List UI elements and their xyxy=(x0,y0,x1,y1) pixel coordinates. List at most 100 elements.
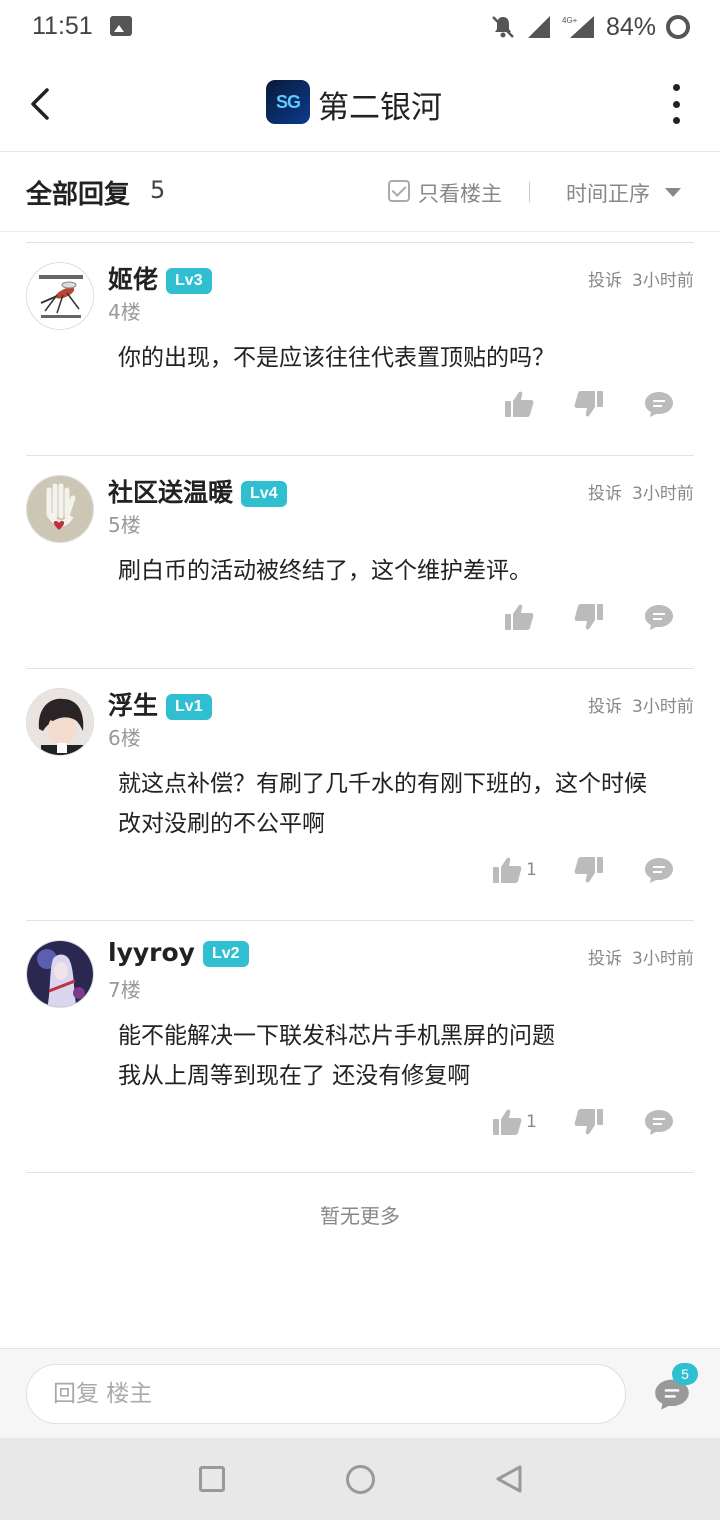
reply-text-line: 你的出现，不是应该往往代表置顶贴的吗？ xyxy=(118,345,555,371)
dislike-button[interactable] xyxy=(574,597,604,637)
reply-content: 刷白币的活动被终结了，这个维护差评。 xyxy=(118,551,698,591)
comment-count-badge: 5 xyxy=(672,1363,698,1385)
username[interactable]: 社区送温暖 Lv4 xyxy=(108,473,287,509)
thumbs-down-icon xyxy=(574,604,603,630)
avatar[interactable] xyxy=(26,688,94,756)
reply-text-line: 刷白币的活动被终结了，这个维护差评。 xyxy=(118,558,532,584)
reply-actions xyxy=(0,384,720,424)
more-options-button[interactable] xyxy=(666,84,686,124)
system-navigation-bar xyxy=(0,1438,720,1520)
top-app-bar: SG 第二银河 xyxy=(0,56,720,152)
comment-bubble-icon xyxy=(645,1110,673,1135)
floor-number: 4楼 xyxy=(108,300,141,324)
divider xyxy=(26,1172,694,1173)
reply-actions xyxy=(0,597,720,637)
level-badge: Lv2 xyxy=(202,941,249,967)
home-button[interactable] xyxy=(346,1465,375,1494)
like-count: 1 xyxy=(526,860,537,880)
reply-bar: 回复 楼主 5 xyxy=(0,1348,720,1438)
reply-item: 姬佬 Lv3 4楼 投诉 3小时前 你的出现，不是应该往往代表置顶贴的吗？ xyxy=(0,242,720,456)
like-button[interactable]: 1 xyxy=(492,1102,537,1142)
mosquito-avatar-icon xyxy=(27,263,93,329)
username-text: 姬佬 xyxy=(108,265,159,294)
back-button[interactable] xyxy=(20,82,60,126)
reply-time: 3小时前 xyxy=(632,484,694,504)
floor-number: 6楼 xyxy=(108,726,141,750)
more-dot-icon xyxy=(672,100,680,108)
filter-separator xyxy=(529,182,530,202)
reply-item: 社区送温暖 Lv4 5楼 投诉 3小时前 刷白币的活动被终结了，这个维护差评。 xyxy=(0,455,720,669)
floor-number: 5楼 xyxy=(108,513,141,537)
status-right: 4G+ 84% xyxy=(490,12,690,42)
battery-icon xyxy=(666,15,690,39)
reply-input[interactable]: 回复 楼主 xyxy=(26,1364,626,1424)
username[interactable]: 浮生 Lv1 xyxy=(108,686,212,722)
status-time: 11:51 xyxy=(32,12,93,40)
report-link[interactable]: 投诉 xyxy=(588,692,622,717)
thumbs-up-icon xyxy=(505,391,534,417)
reply-content: 就这点补偿？有刷了几千水的有刚下班的，这个时候 改对没刷的不公平啊 xyxy=(118,764,698,844)
game-logo[interactable]: SG xyxy=(266,80,310,124)
reply-content: 能不能解决一下联发科芯片手机黑屏的问题 我从上周等到现在了 还没有修复啊 xyxy=(118,1016,698,1096)
comment-button[interactable] xyxy=(644,384,674,424)
comment-bubble-icon xyxy=(645,605,673,630)
username-text: lyyroy xyxy=(108,938,195,967)
dislike-button[interactable] xyxy=(574,384,604,424)
no-more-label: 暂无更多 xyxy=(320,1204,400,1228)
only-op-label[interactable]: 只看楼主 xyxy=(418,178,502,208)
level-badge: Lv3 xyxy=(166,268,212,294)
reply-text-line: 改对没刷的不公平啊 xyxy=(118,811,325,837)
username[interactable]: lyyroy Lv2 xyxy=(108,938,249,967)
like-button[interactable]: 1 xyxy=(492,850,537,890)
like-count: 1 xyxy=(526,1112,537,1132)
level-badge: Lv1 xyxy=(166,694,212,720)
reply-time: 3小时前 xyxy=(632,271,694,291)
reply-text-line: 我从上周等到现在了 还没有修复啊 xyxy=(118,1063,471,1089)
reply-item: lyyroy Lv2 7楼 投诉 3小时前 能不能解决一下联发科芯片手机黑屏的问题… xyxy=(0,920,720,1173)
anime-girl-avatar-icon xyxy=(27,941,93,1007)
like-button[interactable] xyxy=(504,597,534,637)
thumbs-down-icon xyxy=(574,391,603,417)
comment-bubble-icon xyxy=(645,858,673,883)
caret-down-icon[interactable] xyxy=(665,188,681,197)
only-op-checkbox[interactable] xyxy=(388,180,410,202)
avatar[interactable] xyxy=(26,475,94,543)
avatar[interactable] xyxy=(26,262,94,330)
more-dot-icon xyxy=(672,117,680,124)
dislike-button[interactable] xyxy=(574,1102,604,1142)
battery-percent: 84% xyxy=(605,12,656,41)
game-logo-text: SG xyxy=(275,91,301,112)
thumbs-up-icon xyxy=(493,1109,522,1135)
like-button[interactable] xyxy=(504,384,534,424)
dislike-button[interactable] xyxy=(574,850,604,890)
thumbs-down-icon xyxy=(574,857,603,883)
level-badge: Lv4 xyxy=(241,481,287,507)
username[interactable]: 姬佬 Lv3 xyxy=(108,260,212,296)
recent-apps-button[interactable] xyxy=(199,1466,225,1492)
report-link[interactable]: 投诉 xyxy=(588,944,622,969)
anime-boy-avatar-icon xyxy=(27,689,93,755)
comment-button[interactable] xyxy=(644,1102,674,1142)
reply-item: 浮生 Lv1 6楼 投诉 3小时前 就这点补偿？有刷了几千水的有刚下班的，这个时候… xyxy=(0,668,720,921)
comment-button[interactable] xyxy=(644,850,674,890)
chevron-left-icon xyxy=(31,88,49,120)
more-dot-icon xyxy=(672,84,680,91)
reply-time: 3小时前 xyxy=(632,697,694,717)
reply-text-line: 能不能解决一下联发科芯片手机黑屏的问题 xyxy=(118,1023,555,1049)
reply-time: 3小时前 xyxy=(632,949,694,969)
reply-count: 5 xyxy=(150,176,166,204)
back-triangle-icon[interactable] xyxy=(494,1464,524,1494)
floor-number: 7楼 xyxy=(108,978,141,1002)
network-type-label: 4G+ xyxy=(562,16,578,25)
report-link[interactable]: 投诉 xyxy=(588,266,622,291)
comment-button[interactable] xyxy=(644,597,674,637)
avatar[interactable] xyxy=(26,940,94,1008)
reply-actions: 1 xyxy=(0,850,720,890)
sort-dropdown[interactable]: 时间正序 xyxy=(566,178,650,208)
hand-heart-avatar-icon xyxy=(27,476,93,542)
reply-filter-bar: 全部回复 5 只看楼主 时间正序 xyxy=(0,152,720,232)
all-replies-label: 全部回复 xyxy=(26,180,131,210)
comment-bubble-icon xyxy=(645,392,673,417)
report-link[interactable]: 投诉 xyxy=(588,479,622,504)
image-notification-icon xyxy=(110,16,132,36)
